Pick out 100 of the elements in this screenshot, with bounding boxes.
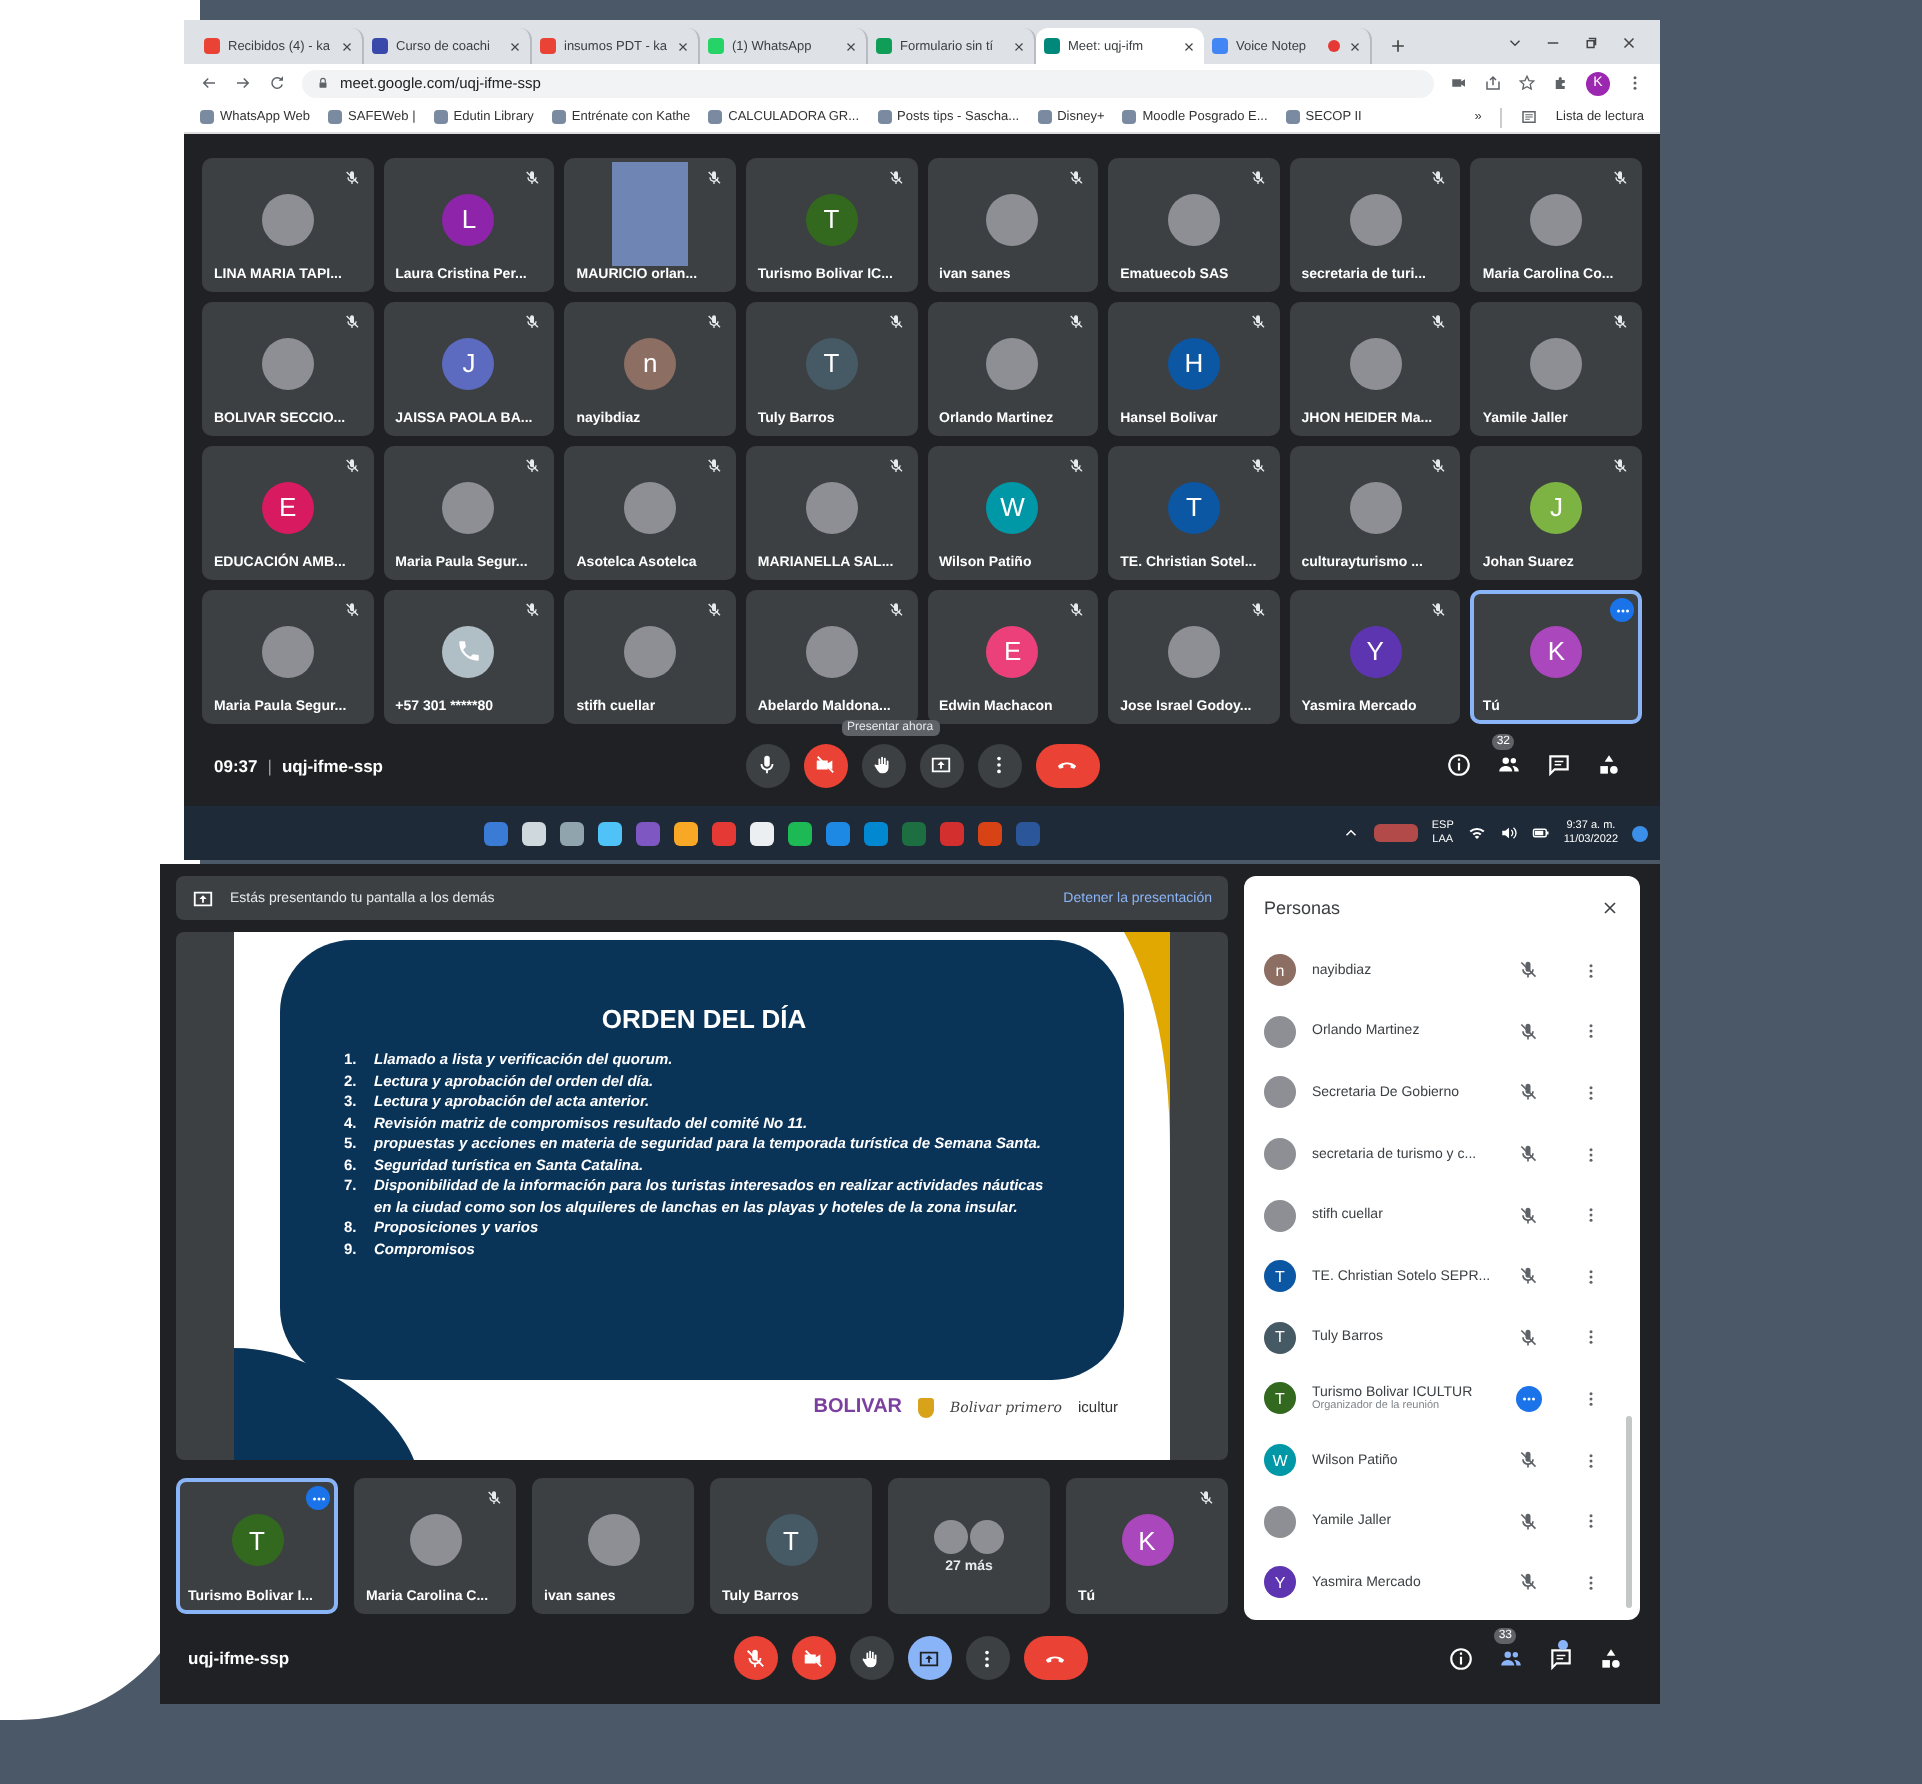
leave-call-button[interactable]: [1035, 743, 1099, 787]
avatar: T: [231, 1514, 283, 1566]
leave-call-button[interactable]: [1023, 1636, 1087, 1680]
people-button[interactable]: [1498, 1645, 1524, 1671]
avatar: E: [261, 481, 314, 533]
muted-microphone-icon: [1612, 170, 1628, 186]
reload-icon[interactable]: [268, 74, 286, 92]
avatar-photo-placeholder: [1349, 193, 1402, 245]
reading-list-icon[interactable]: [1519, 108, 1538, 126]
avatar-photo-placeholder: [986, 193, 1039, 245]
meeting-code: uqj-ifme-ssp: [281, 755, 383, 775]
avatar-photo-placeholder: [261, 193, 314, 245]
meeting-details-button[interactable]: [1448, 1645, 1474, 1671]
muted-microphone-icon: [1518, 960, 1538, 981]
present-icon: [918, 1647, 940, 1669]
taskbar-app-icon[interactable]: [521, 821, 546, 845]
avatar: E: [986, 625, 1039, 677]
avatar: T: [805, 193, 858, 245]
wifi-icon[interactable]: [1467, 824, 1486, 842]
camera-off-icon: [802, 1647, 824, 1669]
chat-button[interactable]: [1546, 752, 1572, 778]
close-icon[interactable]: [340, 39, 354, 53]
avatar: T: [765, 1514, 817, 1566]
muted-microphone-icon: [524, 314, 541, 330]
new-tab-icon[interactable]: [1388, 36, 1408, 56]
puzzle-icon[interactable]: [1552, 74, 1570, 92]
scrollbar[interactable]: [1626, 1416, 1632, 1608]
muted-microphone-icon: [524, 458, 541, 474]
avatar-photo-placeholder: [805, 625, 858, 677]
meeting-details-button[interactable]: [1446, 752, 1472, 778]
close-icon[interactable]: [1620, 34, 1638, 52]
raise-hand-button[interactable]: [861, 743, 905, 787]
close-icon[interactable]: [1348, 39, 1362, 53]
muted-microphone-icon: [343, 314, 360, 330]
taskbar-app-icon[interactable]: [787, 821, 812, 845]
meeting-code: uqj-ifme-ssp: [188, 1648, 290, 1668]
camera-icon[interactable]: [1450, 74, 1468, 92]
muted-microphone-icon: [1068, 170, 1085, 186]
restore-icon[interactable]: [1582, 34, 1600, 52]
muted-microphone-icon: [1430, 602, 1447, 618]
close-icon[interactable]: [508, 39, 522, 53]
avatar-photo-placeholder: [1167, 193, 1220, 245]
close-icon[interactable]: [676, 39, 690, 53]
avatar-photo-placeholder: [1264, 1015, 1296, 1048]
avatar: T: [805, 337, 858, 389]
taskbar-app-icon[interactable]: [749, 821, 774, 845]
notification-icon[interactable]: [1632, 825, 1649, 841]
close-icon[interactable]: [844, 39, 858, 53]
avatar: L: [442, 193, 495, 245]
lock-icon: [316, 76, 330, 90]
close-icon[interactable]: [1600, 898, 1620, 918]
avatar-photo-placeholder: [409, 1514, 461, 1566]
activities-button[interactable]: [1596, 752, 1622, 778]
muted-microphone-icon: [1518, 1144, 1538, 1165]
taskbar-app-icon[interactable]: [673, 821, 698, 845]
info-icon: [1446, 752, 1472, 778]
tray-icon[interactable]: [1373, 824, 1418, 842]
meeting-time: 09:37: [214, 755, 258, 775]
muted-microphone-icon: [1518, 1021, 1538, 1042]
back-icon[interactable]: [200, 74, 218, 92]
microphone-button[interactable]: [733, 1636, 777, 1680]
muted-microphone-icon: [887, 602, 903, 618]
more-options-button[interactable]: [1610, 598, 1634, 622]
chat-button[interactable]: [1548, 1645, 1574, 1671]
muted-microphone-icon: [1249, 314, 1266, 330]
taskbar-app-icon[interactable]: [597, 821, 622, 845]
star-icon[interactable]: [1518, 74, 1536, 92]
muted-microphone-icon: [705, 458, 722, 474]
muted-microphone-icon: [1518, 1327, 1538, 1348]
hand-icon: [872, 754, 894, 776]
shapes-icon: [1598, 1645, 1624, 1671]
avatar: T: [1264, 1382, 1296, 1415]
muted-microphone-icon: [1249, 602, 1266, 618]
camera-button[interactable]: [803, 743, 847, 787]
battery-icon[interactable]: [1531, 824, 1550, 842]
taskbar-app-icon[interactable]: [559, 821, 584, 845]
phone-icon: [455, 638, 482, 664]
microphone-button[interactable]: [745, 743, 789, 787]
more-options-button[interactable]: [1516, 1385, 1542, 1412]
camera-button[interactable]: [791, 1636, 835, 1680]
people-button[interactable]: [1496, 752, 1522, 778]
muted-microphone-icon: [1068, 314, 1085, 330]
speaker-icon[interactable]: [1499, 824, 1518, 842]
avatar-photo-placeholder: [986, 337, 1039, 389]
present-button[interactable]: [919, 743, 963, 787]
present-button[interactable]: [907, 1636, 951, 1680]
chat-icon: [1546, 752, 1572, 778]
more-options-button[interactable]: [306, 1486, 330, 1510]
muted-microphone-icon: [1518, 1450, 1538, 1471]
favicon-icon: [1212, 38, 1228, 54]
forward-icon[interactable]: [234, 74, 252, 92]
muted-microphone-icon: [1518, 1511, 1538, 1532]
hand-icon: [860, 1647, 882, 1669]
share-icon[interactable]: [1484, 74, 1502, 92]
close-icon[interactable]: [1182, 39, 1196, 53]
activities-button[interactable]: [1598, 1645, 1624, 1671]
raise-hand-button[interactable]: [849, 1636, 893, 1680]
close-icon[interactable]: [1012, 39, 1026, 53]
avatar: H: [1167, 337, 1220, 389]
crest-icon: [918, 1397, 935, 1417]
